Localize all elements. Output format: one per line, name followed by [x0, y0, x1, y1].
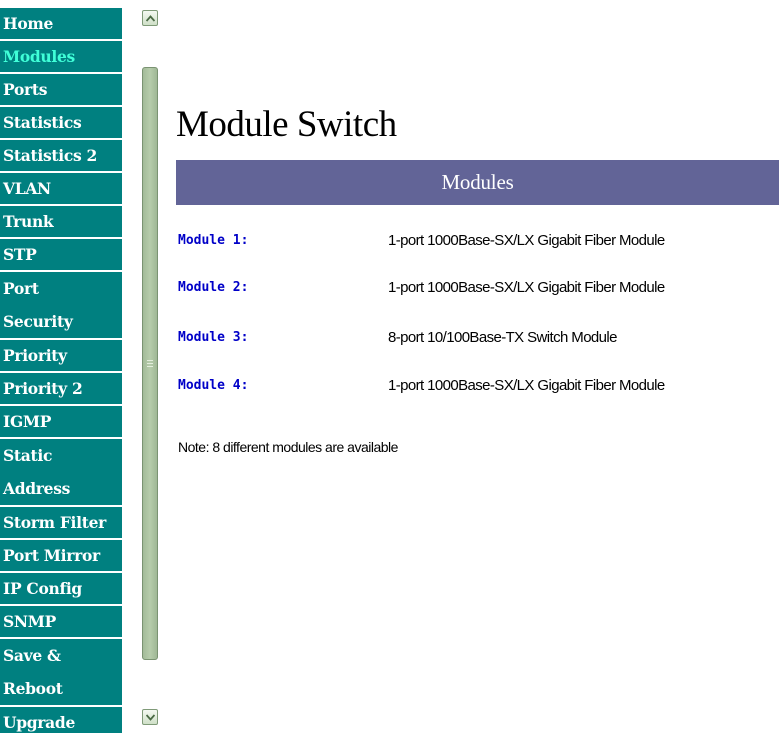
module-2-link[interactable]: Module 2: — [178, 276, 248, 300]
nav-item-label: Storm Filter — [3, 513, 107, 532]
page-title: Module Switch — [176, 104, 397, 145]
nav-item-label: Save & — [3, 646, 61, 665]
nav-item-storm-filter[interactable]: Storm Filter — [0, 507, 122, 538]
nav-item-snmp[interactable]: SNMP — [0, 606, 122, 637]
nav-item-label: SNMP — [3, 612, 56, 631]
module-4-description: 1-port 1000Base-SX/LX Gigabit Fiber Modu… — [388, 377, 665, 394]
nav-item-label: Reboot — [3, 679, 63, 698]
nav-item-vlan[interactable]: VLAN — [0, 173, 122, 204]
nav-item-stp[interactable]: STP — [0, 239, 122, 270]
module-1-link[interactable]: Module 1: — [178, 229, 248, 253]
nav-item-upgrade[interactable]: Upgrade — [0, 707, 122, 733]
module-row: Module 2: 1-port 1000Base-SX/LX Gigabit … — [178, 276, 778, 300]
nav-item-label: Static — [3, 446, 53, 465]
nav-item-statistics[interactable]: Statistics — [0, 107, 122, 138]
chevron-down-icon — [146, 714, 155, 721]
scroll-grip — [147, 360, 153, 368]
nav-item-home[interactable]: Home — [0, 8, 122, 39]
nav-item-label: Priority — [3, 346, 67, 365]
nav-item-label: Port Mirror — [3, 546, 100, 565]
scroll-down-button[interactable] — [142, 709, 158, 725]
nav-item-save-and-reboot[interactable]: Save & Reboot — [0, 639, 122, 705]
nav-item-priority-2[interactable]: Priority 2 — [0, 373, 122, 404]
module-3-link[interactable]: Module 3: — [178, 326, 248, 350]
module-row: Module 1: 1-port 1000Base-SX/LX Gigabit … — [178, 229, 778, 253]
nav-item-label: Trunk — [3, 212, 54, 231]
nav-item-label: STP — [3, 245, 37, 264]
nav-item-ports[interactable]: Ports — [0, 74, 122, 105]
nav-item-modules[interactable]: Modules — [0, 41, 122, 72]
nav-item-static-address[interactable]: Static Address — [0, 439, 122, 505]
module-row: Module 4: 1-port 1000Base-SX/LX Gigabit … — [178, 374, 778, 398]
nav-item-label: Port — [3, 279, 39, 298]
chevron-up-icon — [146, 15, 155, 22]
nav-item-priority[interactable]: Priority — [0, 340, 122, 371]
nav-item-statistics-2[interactable]: Statistics 2 — [0, 140, 122, 171]
nav-item-label: IGMP — [3, 412, 52, 431]
nav-item-port-security[interactable]: Port Security — [0, 272, 122, 338]
sidebar-nav: Home Modules Ports Statistics Statistics 2 VL… — [0, 8, 124, 733]
scroll-thumb[interactable] — [142, 67, 158, 660]
nav-item-label: Modules — [3, 47, 75, 66]
nav-item-label: Security — [3, 312, 73, 331]
section-header: Modules — [176, 160, 779, 205]
module-row: Module 3: 8-port 10/100Base-TX Switch Mo… — [178, 326, 778, 350]
nav-item-igmp[interactable]: IGMP — [0, 406, 122, 437]
nav-item-label: Statistics — [3, 113, 82, 132]
module-2-description: 1-port 1000Base-SX/LX Gigabit Fiber Modu… — [388, 279, 665, 296]
module-3-description: 8-port 10/100Base-TX Switch Module — [388, 329, 618, 346]
nav-item-trunk[interactable]: Trunk — [0, 206, 122, 237]
scroll-up-button[interactable] — [142, 10, 158, 26]
nav-scrollbar[interactable] — [141, 10, 160, 725]
nav-item-label: IP Config — [3, 579, 82, 598]
nav-item-port-mirror[interactable]: Port Mirror — [0, 540, 122, 571]
nav-item-label: Priority 2 — [3, 379, 83, 398]
module-4-link[interactable]: Module 4: — [178, 374, 248, 398]
module-1-description: 1-port 1000Base-SX/LX Gigabit Fiber Modu… — [388, 232, 665, 249]
nav-item-label: Upgrade — [3, 713, 76, 732]
nav-item-ip-config[interactable]: IP Config — [0, 573, 122, 604]
nav-item-label: Ports — [3, 80, 48, 99]
modules-note: Note: 8 different modules are available — [178, 439, 398, 455]
nav-item-label: Address — [3, 479, 71, 498]
nav-item-label: VLAN — [3, 179, 51, 198]
nav-item-label: Statistics 2 — [3, 146, 97, 165]
nav-item-label: Home — [3, 14, 54, 33]
